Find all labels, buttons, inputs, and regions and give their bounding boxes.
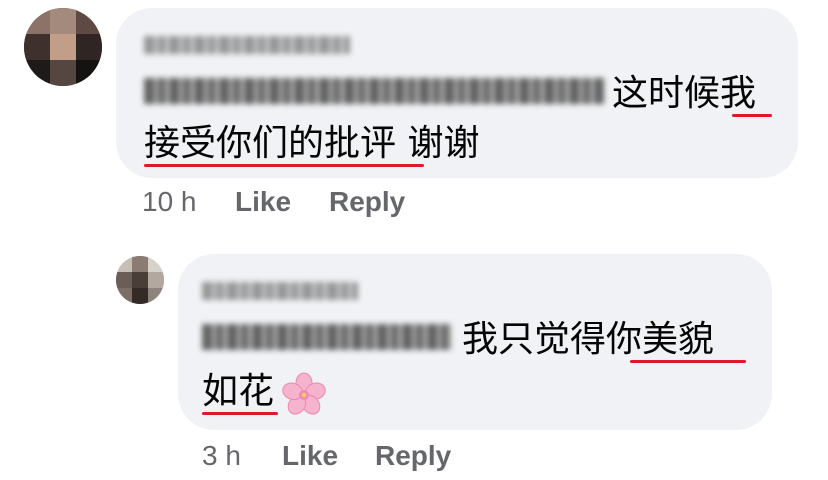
highlight-underline — [732, 114, 772, 117]
comment-timestamp[interactable]: 10 h — [142, 186, 197, 218]
like-button[interactable]: Like — [282, 440, 338, 472]
avatar[interactable] — [24, 8, 102, 86]
comment-text-line2: 如花 — [202, 371, 275, 412]
avatar[interactable] — [116, 256, 164, 304]
cherry-blossom-icon — [282, 372, 326, 415]
highlight-underline — [144, 164, 424, 167]
comment-text-line2: 接受你们的批评 谢谢 — [144, 123, 480, 164]
comment-text-line1: 我只觉得你美貌 — [462, 319, 715, 360]
highlight-underline — [202, 412, 278, 415]
mentions-redacted[interactable] — [202, 324, 452, 350]
mentions-redacted[interactable] — [144, 78, 604, 104]
highlight-underline — [630, 360, 746, 363]
author-name-redacted[interactable] — [144, 36, 350, 54]
reply-button[interactable]: Reply — [375, 440, 451, 472]
reply-button[interactable]: Reply — [329, 186, 405, 218]
comment-timestamp[interactable]: 3 h — [202, 440, 241, 472]
like-button[interactable]: Like — [235, 186, 291, 218]
author-name-redacted[interactable] — [202, 282, 358, 300]
comment-text-line1: 这时候我 — [612, 73, 757, 114]
